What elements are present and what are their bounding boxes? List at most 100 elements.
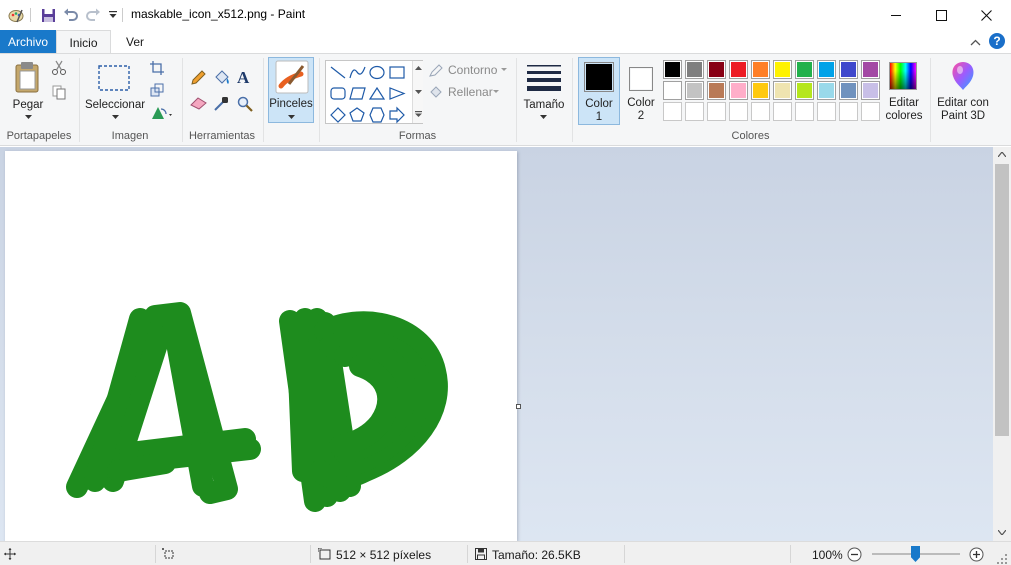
- chevron-down-icon: [415, 90, 422, 94]
- group-separator: [263, 58, 264, 142]
- custom-color-slot[interactable]: [707, 102, 726, 121]
- palette-swatch[interactable]: [839, 60, 858, 79]
- minimize-button[interactable]: [873, 0, 919, 30]
- save-icon[interactable]: [40, 7, 56, 23]
- paste-button[interactable]: Pegar: [6, 57, 50, 125]
- disk-icon: [475, 548, 487, 560]
- eraser-icon[interactable]: [190, 96, 208, 114]
- palette-swatch[interactable]: [817, 81, 836, 100]
- crop-icon[interactable]: [150, 61, 168, 77]
- resize-icon[interactable]: [150, 83, 168, 99]
- title-separator: [122, 8, 123, 22]
- collapse-ribbon-icon[interactable]: [968, 35, 982, 49]
- custom-color-slot[interactable]: [839, 102, 858, 121]
- scroll-down-icon[interactable]: [998, 530, 1006, 535]
- size-button[interactable]: Tamaño: [521, 57, 567, 125]
- status-separator: [310, 545, 311, 563]
- canvas-workspace[interactable]: [0, 147, 993, 541]
- custom-color-slot[interactable]: [817, 102, 836, 121]
- line-size-icon: [527, 65, 561, 91]
- close-button[interactable]: [963, 0, 1009, 30]
- shapes-scroll[interactable]: [412, 61, 423, 123]
- custom-color-slot[interactable]: [685, 102, 704, 121]
- undo-icon[interactable]: [63, 7, 79, 23]
- image-size-icon: [318, 548, 331, 560]
- resize-grip-icon[interactable]: [997, 554, 1007, 564]
- edit-colors-button[interactable]: Editar colores: [883, 57, 925, 125]
- palette-swatch[interactable]: [773, 60, 792, 79]
- scrollbar-thumb[interactable]: [995, 164, 1009, 436]
- palette-swatch[interactable]: [861, 81, 880, 100]
- color-picker-icon[interactable]: [213, 96, 231, 114]
- selection-size-icon: [162, 548, 174, 559]
- drawing-canvas[interactable]: [5, 151, 517, 541]
- outline-dropdown[interactable]: Contorno: [429, 62, 513, 78]
- palette-swatch[interactable]: [685, 60, 704, 79]
- zoom-out-icon[interactable]: [847, 547, 862, 562]
- ribbon: Pegar Portapapeles Seleccionar Imagen A: [0, 53, 1011, 146]
- tab-view[interactable]: Ver: [115, 30, 155, 54]
- palette-swatch[interactable]: [751, 81, 770, 100]
- custom-color-slot[interactable]: [663, 102, 682, 121]
- scroll-up-icon[interactable]: [998, 152, 1006, 157]
- palette-swatch[interactable]: [817, 60, 836, 79]
- custom-color-slot[interactable]: [773, 102, 792, 121]
- brushes-label: Pinceles: [269, 98, 313, 110]
- edit-colors-label-2: colores: [885, 110, 923, 122]
- ribbon-tabs: Archivo Inicio Ver ?: [0, 30, 1011, 54]
- palette-swatch[interactable]: [729, 81, 748, 100]
- zoom-slider-thumb[interactable]: [911, 546, 920, 562]
- edit-with-paint3d-button[interactable]: Editar con Paint 3D: [934, 57, 992, 125]
- palette-swatch[interactable]: [861, 60, 880, 79]
- color2-label-2: 2: [637, 110, 645, 122]
- palette-swatch[interactable]: [839, 81, 858, 100]
- zoom-in-icon[interactable]: [969, 547, 984, 562]
- shapes-gallery[interactable]: [325, 60, 423, 124]
- palette-swatch[interactable]: [685, 81, 704, 100]
- file-size: Tamaño: 26.5KB: [492, 548, 581, 562]
- help-icon[interactable]: ?: [989, 33, 1005, 49]
- rotate-icon[interactable]: [150, 105, 176, 121]
- vertical-scrollbar[interactable]: [993, 147, 1011, 541]
- palette-swatch[interactable]: [663, 60, 682, 79]
- palette-swatch[interactable]: [795, 60, 814, 79]
- copy-icon[interactable]: [51, 84, 69, 102]
- custom-color-slot[interactable]: [751, 102, 770, 121]
- palette-swatch[interactable]: [707, 60, 726, 79]
- brushes-button[interactable]: Pinceles: [268, 57, 314, 123]
- cut-icon[interactable]: [51, 60, 69, 78]
- tab-home[interactable]: Inicio: [56, 30, 111, 54]
- status-separator: [624, 545, 625, 563]
- paint-app-icon[interactable]: [8, 7, 24, 23]
- chevron-up-icon: [415, 66, 422, 70]
- tab-file[interactable]: Archivo: [0, 30, 56, 54]
- custom-color-slot[interactable]: [861, 102, 880, 121]
- customize-quick-access-icon[interactable]: [105, 7, 121, 23]
- custom-color-slot[interactable]: [729, 102, 748, 121]
- fill-bucket-icon[interactable]: [213, 70, 231, 88]
- maximize-button[interactable]: [918, 0, 964, 30]
- colors-group-label: Colores: [731, 130, 770, 142]
- outline-icon: [429, 64, 443, 77]
- color1-button[interactable]: Color 1: [578, 57, 620, 125]
- palette-swatch[interactable]: [773, 81, 792, 100]
- text-tool-icon[interactable]: A: [237, 68, 255, 88]
- palette-swatch[interactable]: [795, 81, 814, 100]
- custom-color-slot[interactable]: [795, 102, 814, 121]
- window-title: maskable_icon_x512.png - Paint: [131, 7, 306, 21]
- canvas-resize-handle[interactable]: [516, 404, 521, 409]
- image-dimensions: 512 × 512 píxeles: [336, 548, 432, 562]
- title-bar: maskable_icon_x512.png - Paint: [0, 0, 1011, 30]
- palette-swatch[interactable]: [751, 60, 770, 79]
- select-button[interactable]: Seleccionar: [84, 57, 146, 125]
- palette-swatch[interactable]: [729, 60, 748, 79]
- color2-button[interactable]: Color 2: [622, 57, 660, 125]
- magnifier-icon[interactable]: [237, 96, 255, 114]
- selection-rectangle-icon: [98, 65, 130, 91]
- fill-dropdown[interactable]: Rellenar: [429, 84, 513, 100]
- redo-icon[interactable]: [85, 7, 101, 23]
- palette-swatch[interactable]: [663, 81, 682, 100]
- group-separator: [930, 58, 931, 142]
- pencil-icon[interactable]: [190, 70, 208, 88]
- palette-swatch[interactable]: [707, 81, 726, 100]
